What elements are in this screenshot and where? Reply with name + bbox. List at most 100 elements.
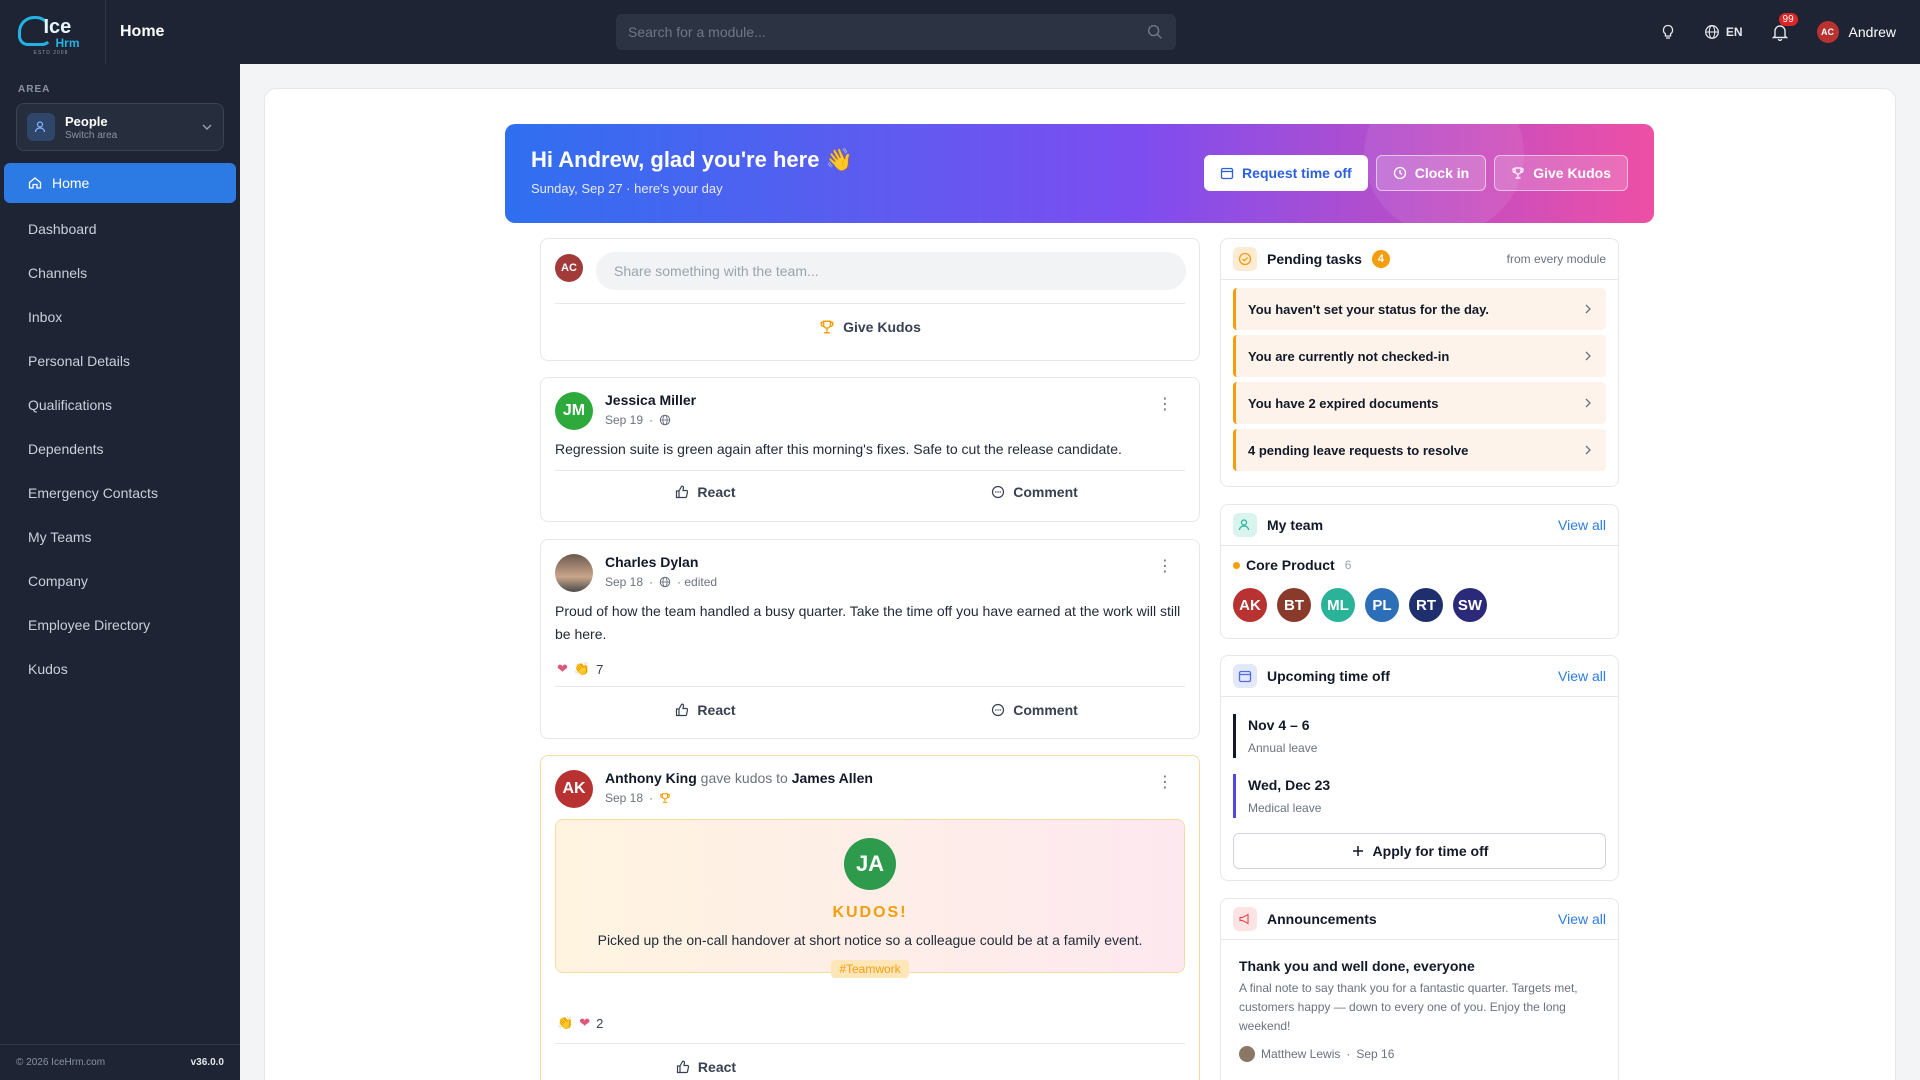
my-team-panel: My team View all Core Product 6 AK BT ML… bbox=[1220, 504, 1619, 639]
notifications-button[interactable]: 99 bbox=[1771, 13, 1798, 41]
sidebar-item-my-teams[interactable]: My Teams bbox=[0, 515, 240, 559]
task-label: You are currently not checked-in bbox=[1248, 348, 1450, 364]
sidebar-item-dashboard[interactable]: Dashboard bbox=[0, 207, 240, 251]
kudos-recipient[interactable]: James Allen bbox=[792, 770, 873, 786]
divider bbox=[1221, 696, 1618, 697]
sidebar-item-channels[interactable]: Channels bbox=[0, 251, 240, 295]
sidebar-item-home[interactable]: Home bbox=[4, 163, 236, 203]
team-member-avatar[interactable]: AK bbox=[1233, 588, 1267, 622]
post-author-name[interactable]: Charles Dylan bbox=[605, 554, 717, 570]
my-team-view-all-link[interactable]: View all bbox=[1558, 517, 1606, 533]
sidebar-item-kudos[interactable]: Kudos bbox=[0, 647, 240, 691]
logo-text-hrm: Hrm bbox=[55, 36, 80, 50]
heart-icon: ❤ bbox=[579, 1015, 591, 1030]
clap-icon: 👏 bbox=[573, 661, 591, 676]
announcements-panel: Announcements View all Thank you and wel… bbox=[1220, 898, 1619, 1080]
clap-icon: 👏 bbox=[557, 1015, 574, 1030]
team-name: Core Product bbox=[1246, 557, 1335, 573]
logo-est: ESTD 2008 bbox=[33, 50, 69, 56]
give-kudos-button[interactable]: Give Kudos bbox=[1494, 155, 1628, 191]
post-author-avatar[interactable]: AK bbox=[555, 770, 593, 808]
sidebar-item-inbox[interactable]: Inbox bbox=[0, 295, 240, 339]
divider bbox=[555, 303, 1185, 304]
time-off-type: Medical leave bbox=[1248, 801, 1322, 815]
reaction-summary[interactable]: ❤ 👏 7 bbox=[557, 661, 603, 677]
react-label: React bbox=[697, 1059, 737, 1075]
kudos-message: Picked up the on-call handover at short … bbox=[597, 932, 1143, 948]
composer-avatar: AC bbox=[555, 254, 583, 282]
more-options-icon[interactable]: ⋮ bbox=[1157, 775, 1173, 791]
sidebar-item-personal-details[interactable]: Personal Details bbox=[0, 339, 240, 383]
comment-icon bbox=[992, 485, 1005, 499]
request-time-off-button[interactable]: Request time off bbox=[1204, 155, 1368, 191]
team-member-avatar[interactable]: ML bbox=[1321, 588, 1355, 622]
sidebar-item-emergency-contacts[interactable]: Emergency Contacts bbox=[0, 471, 240, 515]
pending-source: from every module bbox=[1506, 252, 1606, 266]
comment-label: Comment bbox=[1013, 484, 1078, 500]
apply-time-off-button[interactable]: Apply for time off bbox=[1233, 833, 1606, 869]
announcements-view-all-link[interactable]: View all bbox=[1558, 911, 1606, 927]
post-body: Proud of how the team handled a busy qua… bbox=[555, 603, 1181, 642]
time-off-item[interactable]: Wed, Dec 23 Medical leave bbox=[1233, 774, 1330, 818]
composer-give-kudos-button[interactable]: Give Kudos bbox=[541, 319, 1199, 335]
more-options-icon[interactable]: ⋮ bbox=[1157, 559, 1173, 575]
module-search[interactable] bbox=[616, 14, 1176, 50]
tips-button[interactable] bbox=[1660, 24, 1676, 40]
chevron-right-icon bbox=[1585, 398, 1591, 408]
time-off-item[interactable]: Nov 4 – 6 Annual leave bbox=[1233, 714, 1317, 758]
language-selector[interactable]: EN bbox=[1704, 24, 1743, 40]
sidebar-item-qualifications[interactable]: Qualifications bbox=[0, 383, 240, 427]
chevron-right-icon bbox=[1585, 351, 1591, 361]
pending-count-badge: 4 bbox=[1371, 250, 1390, 268]
more-options-icon[interactable]: ⋮ bbox=[1157, 397, 1173, 413]
divider bbox=[555, 686, 1185, 687]
upcoming-view-all-link[interactable]: View all bbox=[1558, 668, 1606, 684]
post-author-name[interactable]: Anthony King bbox=[605, 770, 697, 786]
post-composer: AC Share something with the team... Give… bbox=[540, 238, 1200, 361]
react-button[interactable]: React bbox=[541, 1059, 871, 1075]
sidebar-item-company[interactable]: Company bbox=[0, 559, 240, 603]
my-team-title: My team bbox=[1267, 517, 1324, 533]
comment-label: Comment bbox=[1013, 702, 1078, 718]
composer-input[interactable]: Share something with the team... bbox=[596, 252, 1186, 290]
user-menu[interactable]: AC Andrew bbox=[1816, 21, 1896, 43]
post-author-avatar[interactable]: JM bbox=[555, 392, 593, 430]
team-status-dot bbox=[1233, 561, 1240, 569]
clock-icon bbox=[1393, 166, 1406, 180]
welcome-subtitle: Sunday, Sep 27 · here's your day bbox=[531, 181, 723, 196]
pending-task-item[interactable]: 4 pending leave requests to resolve bbox=[1233, 429, 1606, 471]
search-input[interactable] bbox=[628, 24, 1146, 40]
sidebar-item-dependents[interactable]: Dependents bbox=[0, 427, 240, 471]
announcement-title[interactable]: Thank you and well done, everyone bbox=[1239, 958, 1475, 974]
pending-task-item[interactable]: You have 2 expired documents bbox=[1233, 382, 1606, 424]
team-member-avatar[interactable]: SW bbox=[1453, 588, 1487, 622]
react-button[interactable]: React bbox=[541, 702, 870, 718]
team-member-avatar[interactable]: RT bbox=[1409, 588, 1443, 622]
team-group[interactable]: Core Product 6 bbox=[1233, 557, 1351, 573]
reaction-count: 2 bbox=[596, 1015, 604, 1031]
divider bbox=[1221, 279, 1618, 280]
team-member-avatar[interactable]: BT bbox=[1277, 588, 1311, 622]
chevron-right-icon bbox=[1585, 445, 1591, 455]
pending-task-item[interactable]: You haven't set your status for the day. bbox=[1233, 288, 1606, 330]
pending-task-item[interactable]: You are currently not checked-in bbox=[1233, 335, 1606, 377]
search-icon[interactable] bbox=[1146, 23, 1164, 41]
app-logo[interactable]: Ice Hrm ESTD 2008 bbox=[0, 0, 106, 64]
post-author-photo[interactable] bbox=[555, 554, 593, 592]
comment-button[interactable]: Comment bbox=[870, 484, 1199, 500]
user-avatar: AC bbox=[1816, 21, 1839, 43]
kudos-tag[interactable]: #Teamwork bbox=[831, 960, 909, 978]
clock-in-button[interactable]: Clock in bbox=[1375, 155, 1487, 191]
sidebar-item-employee-directory[interactable]: Employee Directory bbox=[0, 603, 240, 647]
people-icon bbox=[27, 113, 55, 141]
divider bbox=[1221, 545, 1618, 546]
area-switcher[interactable]: People Switch area bbox=[16, 103, 224, 151]
reaction-summary[interactable]: 👏 ❤ 2 bbox=[557, 1015, 603, 1031]
area-name: People bbox=[65, 113, 108, 129]
trophy-icon bbox=[820, 320, 834, 334]
upcoming-title: Upcoming time off bbox=[1267, 668, 1390, 684]
team-member-avatar[interactable]: PL bbox=[1365, 588, 1399, 622]
react-button[interactable]: React bbox=[541, 484, 870, 500]
comment-button[interactable]: Comment bbox=[870, 702, 1199, 718]
post-author-name[interactable]: Jessica Miller bbox=[605, 392, 696, 408]
